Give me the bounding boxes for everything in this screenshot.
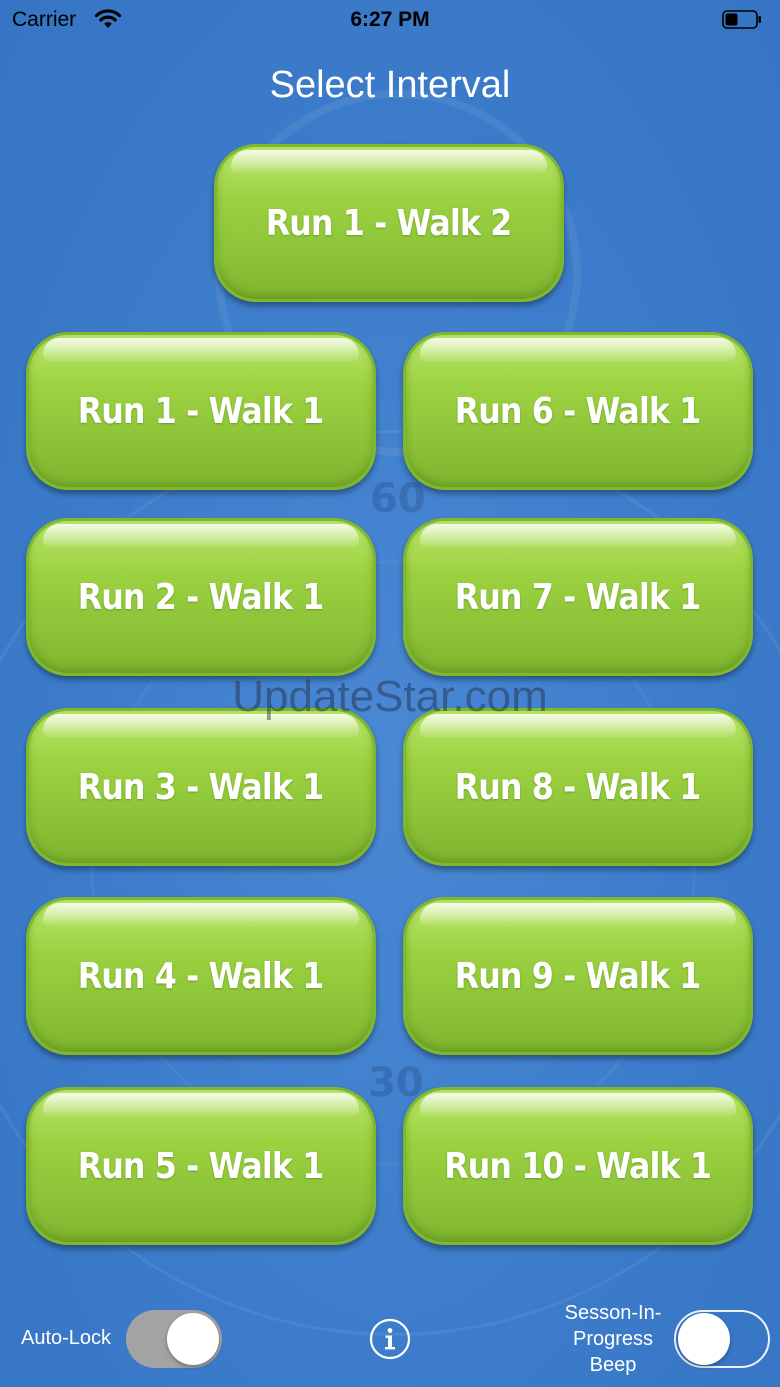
- interval-button-run5-walk1[interactable]: Run 5 - Walk 1: [26, 1087, 376, 1245]
- interval-button-label: Run 10 - Walk 1: [444, 1145, 713, 1187]
- dial-number-60: 60: [370, 476, 426, 522]
- toggle-knob: [167, 1313, 219, 1365]
- interval-button-label: Run 6 - Walk 1: [455, 390, 702, 432]
- interval-button-label: Run 7 - Walk 1: [455, 576, 702, 618]
- interval-button-run8-walk1[interactable]: Run 8 - Walk 1: [403, 708, 753, 866]
- interval-button-run2-walk1[interactable]: Run 2 - Walk 1: [26, 518, 376, 676]
- auto-lock-toggle[interactable]: [126, 1310, 222, 1368]
- interval-button-label: Run 9 - Walk 1: [455, 955, 702, 997]
- interval-button-label: Run 1 - Walk 1: [78, 390, 325, 432]
- info-icon[interactable]: [369, 1318, 411, 1360]
- interval-button-run6-walk1[interactable]: Run 6 - Walk 1: [403, 332, 753, 490]
- interval-button-run1-walk1[interactable]: Run 1 - Walk 1: [26, 332, 376, 490]
- status-bar: Carrier 6:27 PM: [0, 0, 780, 40]
- battery-icon: [722, 10, 761, 29]
- interval-button-label: Run 8 - Walk 1: [455, 766, 702, 808]
- session-beep-label-line: Sesson-In-: [564, 1302, 662, 1324]
- session-beep-toggle[interactable]: [674, 1310, 770, 1368]
- toggle-knob: [678, 1313, 730, 1365]
- session-beep-label-line: Progress: [572, 1328, 654, 1350]
- status-time: 6:27 PM: [350, 8, 430, 31]
- interval-button-label: Run 1 - Walk 2: [266, 202, 513, 244]
- auto-lock-label: Auto-Lock: [21, 1327, 112, 1349]
- interval-button-label: Run 2 - Walk 1: [78, 576, 325, 618]
- interval-button-label: Run 3 - Walk 1: [78, 766, 325, 808]
- interval-button-run7-walk1[interactable]: Run 7 - Walk 1: [403, 518, 753, 676]
- interval-button-run9-walk1[interactable]: Run 9 - Walk 1: [403, 897, 753, 1055]
- page-title: Select Interval: [269, 64, 511, 106]
- session-beep-label: Sesson-In- Progress Beep: [548, 1300, 678, 1378]
- interval-button-label: Run 4 - Walk 1: [78, 955, 325, 997]
- interval-button-label: Run 5 - Walk 1: [78, 1145, 325, 1187]
- interval-button-run4-walk1[interactable]: Run 4 - Walk 1: [26, 897, 376, 1055]
- interval-button-run10-walk1[interactable]: Run 10 - Walk 1: [403, 1087, 753, 1245]
- interval-button-run1-walk2[interactable]: Run 1 - Walk 2: [214, 144, 564, 302]
- interval-button-run3-walk1[interactable]: Run 3 - Walk 1: [26, 708, 376, 866]
- session-beep-label-line: Beep: [589, 1354, 637, 1376]
